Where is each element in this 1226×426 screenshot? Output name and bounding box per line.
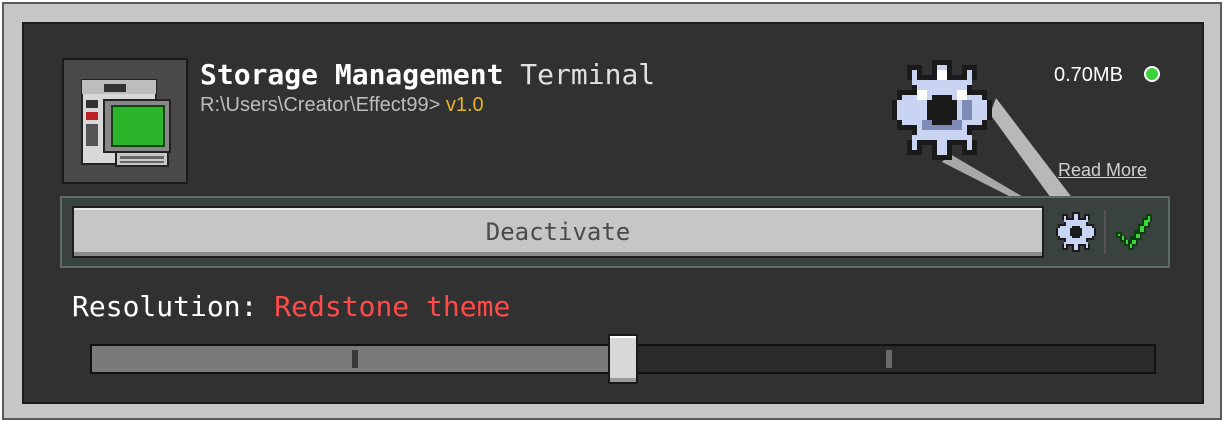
addon-path: R:\Users\Creator\Effect99> — [200, 94, 441, 116]
resolution-value: Redstone theme — [274, 290, 511, 323]
gear-icon-enlarged — [892, 60, 992, 160]
slider-tick — [352, 350, 358, 368]
action-separator — [1104, 210, 1106, 254]
resolution-slider-thumb[interactable] — [608, 334, 638, 384]
addon-name-suffix: Terminal — [520, 58, 656, 91]
slider-tick — [886, 350, 892, 368]
status-indicator-icon — [1144, 66, 1160, 82]
resolution-label: Resolution: Redstone theme — [72, 290, 510, 323]
addon-name: Storage Management — [200, 58, 504, 91]
checkmark-icon[interactable] — [1112, 212, 1154, 252]
addon-path-line: R:\Users\Creator\Effect99> v1.0 — [200, 94, 484, 117]
resolution-title: Resolution: — [72, 290, 258, 323]
addon-version: v1.0 — [445, 94, 484, 116]
addon-size: 0.70MB — [1054, 64, 1123, 86]
computer-terminal-icon — [81, 79, 171, 167]
addon-thumbnail — [62, 58, 188, 184]
addon-title: Storage Management Terminal — [200, 58, 655, 91]
read-more-link[interactable]: Read More — [1058, 160, 1147, 181]
deactivate-button[interactable]: Deactivate — [72, 206, 1044, 258]
gear-icon[interactable] — [1056, 212, 1096, 252]
